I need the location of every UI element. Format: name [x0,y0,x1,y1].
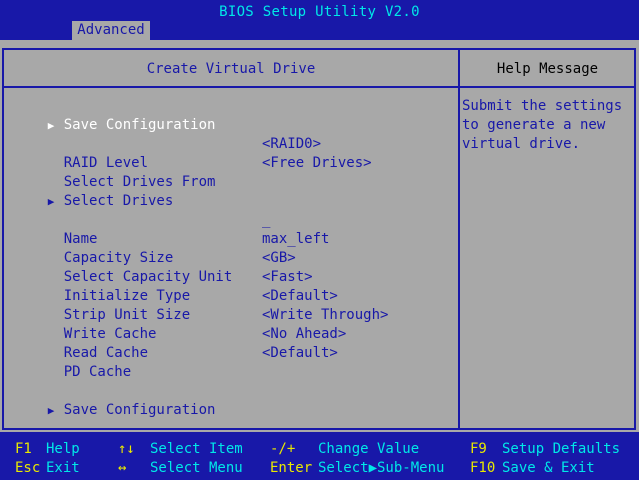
write-cache-value[interactable]: <Write Through> [262,306,388,325]
change-value-desc: Change Value [318,441,420,457]
menu-item-label: PD Cache [63,364,132,380]
menu-item-save-configuration-top[interactable]: ▶ Save Configuration [14,97,216,133]
menu-item-select-capacity-unit[interactable]: Select Capacity Unit [14,249,233,285]
f1-key: F1 [15,441,32,457]
menu-item-write-cache[interactable]: Write Cache [14,306,157,342]
strip-unit-size-value[interactable]: <Default> [262,287,338,306]
menu-item-strip-unit-size[interactable]: Strip Unit Size [14,287,190,323]
select-drives-from-value[interactable]: <Free Drives> [262,154,372,173]
raid-level-value[interactable]: <RAID0> [262,135,321,154]
left-right-arrows-icon: ↔ [118,460,127,476]
submenu-arrow-icon: ▶ [47,404,55,417]
submenu-arrow-icon: ▶ [47,195,55,208]
plus-minus-key: -/+ [270,441,296,457]
header-divider [2,86,636,88]
menu-item-pd-cache[interactable]: PD Cache [14,344,131,380]
main-panel: Create Virtual Drive Help Message Submit… [0,40,639,432]
initialize-type-value[interactable]: <Fast> [262,268,313,287]
menu-item-read-cache[interactable]: Read Cache [14,325,148,361]
pd-cache-value[interactable]: <Default> [262,344,338,363]
menu-item-label: Save Configuration [63,117,216,133]
menu-item-raid-level[interactable]: RAID Level [14,135,148,171]
menu-item-save-configuration-bottom[interactable]: ▶ Save Configuration [14,382,216,418]
read-cache-value[interactable]: <No Ahead> [262,325,346,344]
setup-defaults-desc: Setup Defaults [502,441,621,457]
app-title: BIOS Setup Utility V2.0 [219,4,420,20]
select-submenu-desc: Select▶Sub-Menu [318,460,445,476]
menu-item-initialize-type[interactable]: Initialize Type [14,268,190,304]
esc-desc: Exit [46,460,80,476]
f1-desc: Help [46,441,80,457]
menu-item-capacity-size[interactable]: Capacity Size [14,230,174,266]
f9-key: F9 [470,441,487,457]
key-help-footer: F1 Help Esc Exit ↑↓ Select Item ↔ Select… [0,432,639,480]
tab-advanced[interactable]: Advanced [72,21,150,40]
section-title: Create Virtual Drive [146,61,316,77]
up-down-arrows-icon: ↑↓ [118,441,135,457]
help-message: Submit the settings to generate a new vi… [462,98,623,152]
menu-item-select-drives-from[interactable]: Select Drives From [14,154,216,190]
menu-item-label: Save Configuration [63,402,216,418]
column-divider [458,48,460,430]
enter-key: Enter [270,460,313,476]
menu-item-select-drives[interactable]: ▶ Select Drives [14,173,174,209]
esc-key: Esc [15,460,41,476]
help-title: Help Message [496,61,599,77]
menu-item-label: Select Drives [63,193,174,209]
menu-item-name[interactable]: Name [14,211,98,247]
name-input[interactable]: _ [262,211,270,230]
capacity-size-value[interactable]: max_left [262,230,329,249]
capacity-unit-value[interactable]: <GB> [262,249,296,268]
save-exit-desc: Save & Exit [502,460,595,476]
submenu-arrow-icon: ▶ [47,119,55,132]
select-item-desc: Select Item [150,441,243,457]
select-menu-desc: Select Menu [150,460,243,476]
title-bar: BIOS Setup Utility V2.0 Advanced [0,0,639,40]
f10-key: F10 [470,460,496,476]
